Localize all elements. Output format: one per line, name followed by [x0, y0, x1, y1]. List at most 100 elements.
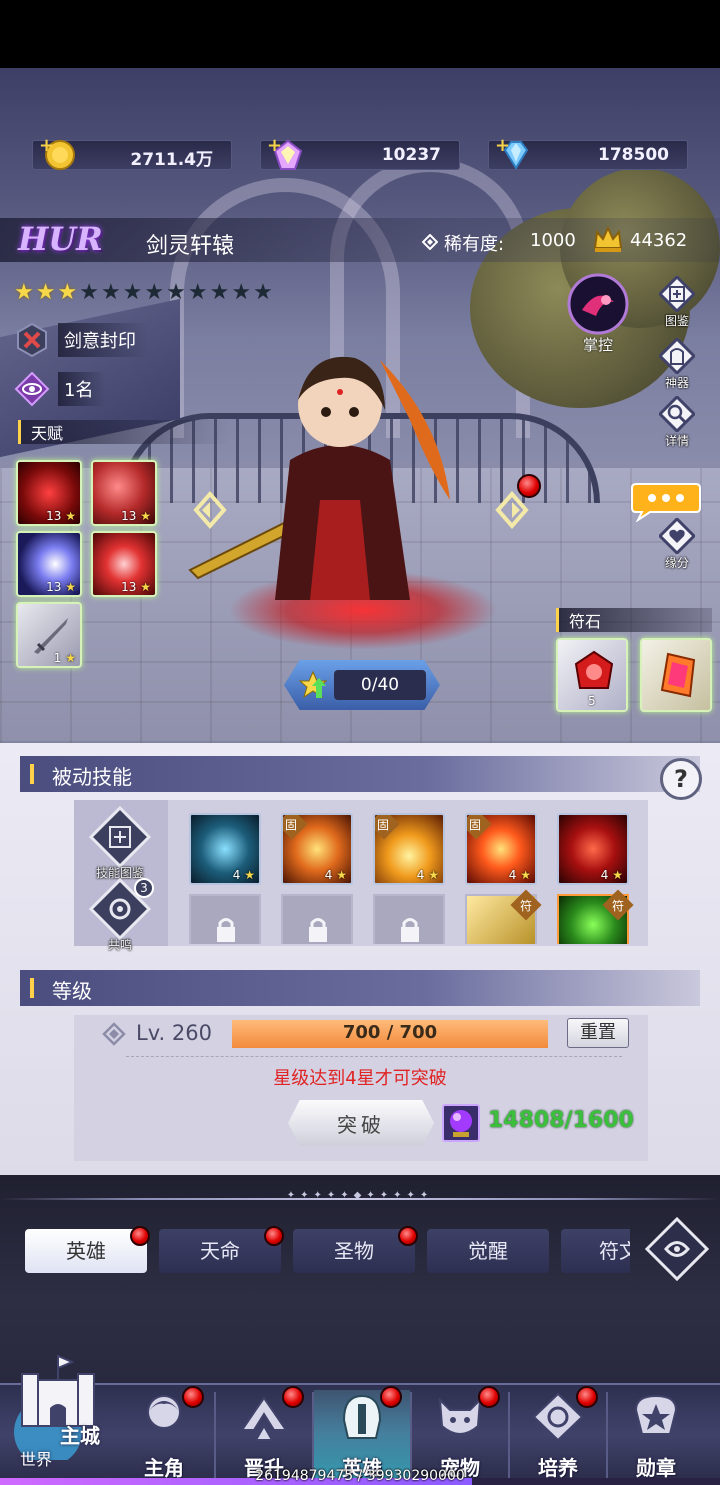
crystal-value: 10237 [381, 145, 441, 165]
fixed-tag: 固 [285, 818, 298, 832]
add-gold-icon[interactable]: + [39, 135, 54, 156]
details-label: 详情 [664, 434, 689, 448]
gold-value: 2711.4万 [130, 150, 213, 170]
xp-text: 700 / 700 [342, 1022, 438, 1043]
skill-codex-button[interactable]: 技能图鉴 [80, 805, 160, 881]
rarity-icon [422, 234, 438, 250]
rune-slot[interactable] [640, 638, 712, 712]
rarity-label: 稀有度: [444, 234, 505, 255]
talent-slot[interactable]: 13 ★ [91, 531, 157, 597]
hero-grade: HUR [18, 220, 103, 258]
add-crystal-icon[interactable]: + [267, 135, 282, 156]
fate-label: 缘分 [664, 556, 689, 570]
passive-skills-header: 被动技能 [20, 756, 700, 792]
level-icon [102, 1022, 126, 1046]
star-empty-icon: ★ [144, 280, 165, 305]
fixed-tag: 固 [469, 818, 482, 832]
faction-name: 剑意封印 [58, 323, 148, 357]
diamond-value: 178500 [598, 145, 669, 165]
rank-text: 1名 [58, 372, 106, 406]
rune-level: 5 [588, 694, 596, 708]
notification-dot [380, 1386, 402, 1408]
locked-skill-slot[interactable] [281, 894, 353, 944]
notification-dot [478, 1386, 500, 1408]
artifact-icon [657, 336, 697, 376]
gold-counter[interactable]: + 2711.4万 [32, 135, 232, 170]
faction-row[interactable]: 剑意封印 [14, 322, 148, 358]
artifact-label: 神器 [664, 376, 689, 390]
rune-skill-slot[interactable]: 符 [557, 889, 634, 944]
star-empty-icon: ★ [79, 280, 99, 305]
talent-slot[interactable]: 13 ★ [91, 460, 157, 526]
talent-slot[interactable]: 13 ★ [16, 531, 82, 597]
passive-skill-slot[interactable]: 4 ★ [189, 813, 261, 885]
notification-dot [130, 1226, 150, 1246]
tab-destiny[interactable]: 天命 [159, 1229, 281, 1273]
nav-medal[interactable]: 勋章 [608, 1390, 704, 1480]
star-empty-icon: ★ [122, 280, 143, 305]
rune-slot[interactable]: 5 [556, 638, 628, 712]
crown-icon [593, 225, 623, 252]
tab-relic[interactable]: 圣物 [293, 1229, 415, 1273]
passive-skill-level: 4 ★ [416, 868, 439, 882]
talent-slot[interactable]: 1 ★ [16, 602, 82, 668]
orb-item [442, 1104, 480, 1142]
help-button[interactable]: ? [660, 758, 702, 800]
notification-dot [398, 1226, 418, 1246]
breakthrough-button[interactable]: 突破 [288, 1100, 434, 1146]
artifact-button[interactable]: 神器 [652, 336, 702, 398]
crystal-counter[interactable]: + 10237 [260, 135, 460, 170]
reset-button[interactable]: 重置 [567, 1018, 629, 1048]
purple-orb-icon [450, 1110, 472, 1137]
previous-hero-arrow[interactable] [192, 490, 228, 530]
passive-skill-slot[interactable]: 固 4 ★ [465, 813, 537, 885]
star-up-icon [298, 670, 328, 699]
level-header: 等级 [20, 970, 700, 1006]
red-rune-icon [574, 650, 614, 689]
small-star-icon: ★ [332, 868, 347, 882]
tab-rune[interactable]: 符文 [561, 1229, 630, 1273]
locked-skill-slot[interactable] [373, 894, 445, 944]
main-city-button[interactable]: 主城 世界 [8, 1350, 112, 1480]
world-label: 世界 [20, 1450, 53, 1469]
control-label: 掌控 [582, 336, 613, 354]
rune-tag: 符 [611, 899, 624, 913]
passive-skill-slot[interactable]: 4 ★ [557, 813, 629, 885]
tab-awaken[interactable]: 觉醒 [427, 1229, 549, 1273]
passive-skill-slot[interactable]: 固 4 ★ [281, 813, 353, 885]
rune-skill-slot[interactable]: 符 [465, 889, 542, 944]
rank-row[interactable]: 1名 [14, 371, 106, 407]
add-diamond-icon[interactable]: + [495, 135, 510, 156]
rank-eye-icon [14, 371, 50, 407]
locked-skill-slot[interactable] [189, 894, 261, 944]
breakthrough-label: 突破 [337, 1113, 385, 1137]
tab-hero[interactable]: 英雄 [25, 1229, 147, 1273]
details-button[interactable]: 详情 [652, 394, 702, 456]
main-city-label: 主城 [60, 1424, 100, 1448]
star-progress[interactable]: 0/40 [284, 660, 440, 710]
notification-dot [282, 1386, 304, 1408]
rarity-value: 1000 [530, 230, 576, 251]
control-button[interactable]: 掌控 [566, 272, 630, 354]
level-title: 等级 [52, 979, 92, 1003]
talent-slot[interactable]: 13 ★ [16, 460, 82, 526]
orange-rune-icon [660, 652, 696, 698]
passive-skill-slot[interactable]: 固 4 ★ [373, 813, 445, 885]
star-progress-value: 0/40 [334, 670, 426, 700]
faction-icon [17, 322, 47, 358]
hero-level: Lv. 260 [136, 1021, 212, 1045]
small-star-icon: ★ [608, 868, 623, 882]
medal-icon [634, 1394, 678, 1435]
notification-dot [576, 1386, 598, 1408]
small-star-icon: ★ [240, 868, 255, 882]
diamond-counter[interactable]: + 178500 [488, 135, 688, 170]
hero-character[interactable] [180, 300, 500, 620]
subtab-bar: 英雄 天命 圣物 觉醒 符文 [0, 1229, 630, 1273]
small-star-icon: ★ [516, 868, 531, 882]
chat-bubble-icon[interactable] [630, 478, 702, 522]
codex-button[interactable]: 图鉴 [652, 274, 702, 336]
resonance-count-badge: 3 [134, 878, 154, 898]
fate-button[interactable]: 缘分 [652, 516, 702, 578]
expand-tabs-button[interactable] [644, 1216, 710, 1282]
lock-icon [309, 918, 327, 942]
